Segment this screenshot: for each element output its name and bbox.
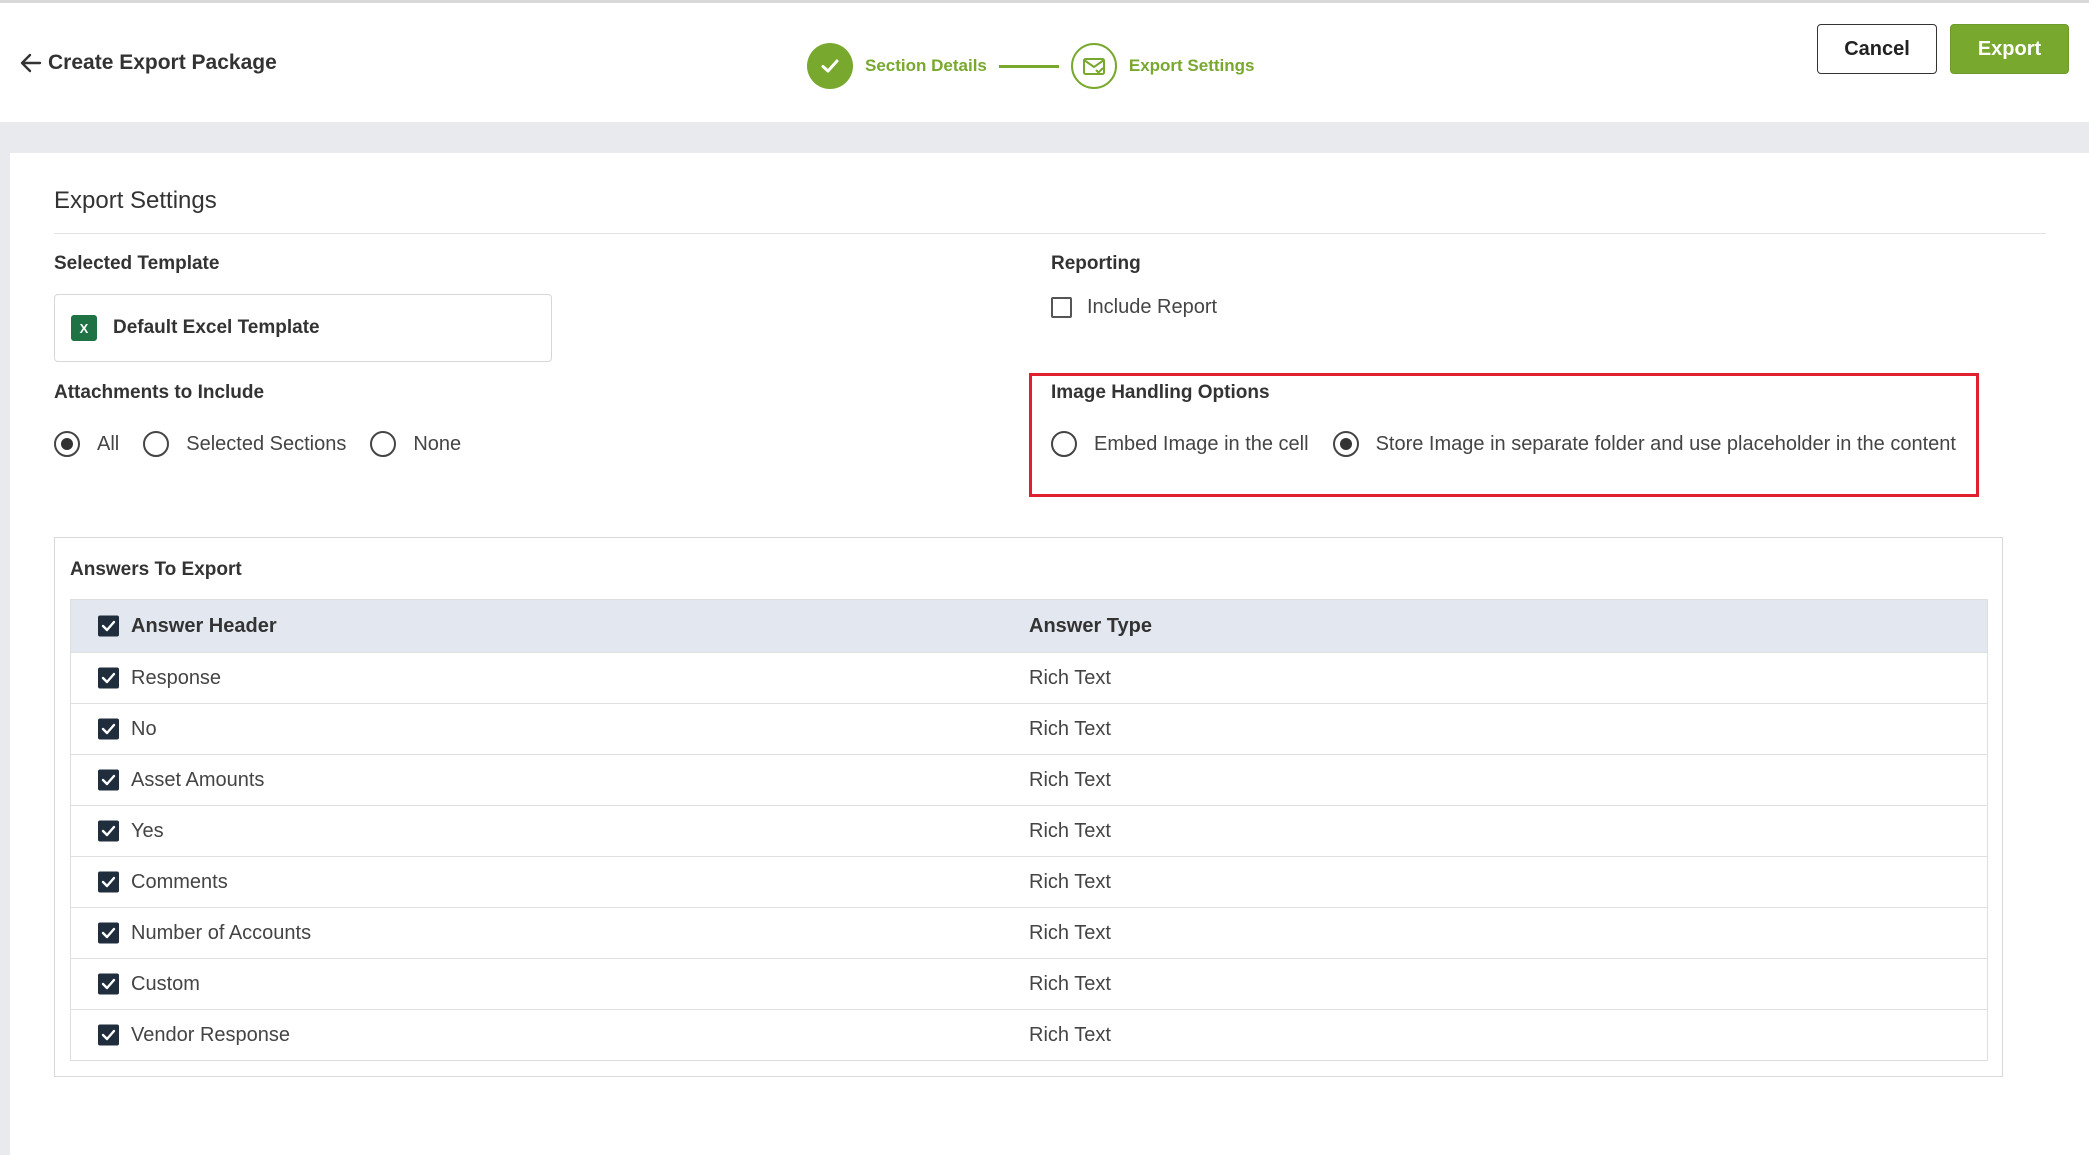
include-report-checkbox[interactable] — [1051, 297, 1072, 318]
radio-store-image-label: Store Image in separate folder and use p… — [1375, 432, 1956, 455]
export-settings-card: Export Settings Selected Template X Defa… — [10, 153, 2089, 1155]
answer-type-cell: Rich Text — [1029, 921, 1111, 944]
radio-store-image[interactable] — [1332, 431, 1359, 457]
radio-none-label: None — [413, 432, 462, 455]
answer-type-cell: Rich Text — [1029, 870, 1111, 893]
answer-header-cell: Vendor Response — [131, 1023, 291, 1046]
attachments-radio-group: All Selected Sections None — [54, 431, 485, 457]
excel-icon: X — [71, 315, 97, 341]
table-row: Asset Amounts Rich Text — [71, 754, 1987, 805]
column-answer-type: Answer Type — [1029, 614, 1152, 637]
back-button[interactable]: Create Export Package — [20, 51, 277, 75]
export-button[interactable]: Export — [1950, 24, 2069, 74]
table-row: Custom Rich Text — [71, 958, 1987, 1009]
radio-all[interactable] — [54, 431, 80, 457]
answers-table: Answer Header Answer Type Response Rich … — [70, 599, 1988, 1061]
image-handling-label: Image Handling Options — [1051, 382, 1270, 403]
table-row: No Rich Text — [71, 703, 1987, 754]
table-row: Vendor Response Rich Text — [71, 1009, 1987, 1060]
step-export-settings-label[interactable]: Export Settings — [1129, 56, 1255, 76]
include-report-option[interactable]: Include Report — [1051, 296, 1217, 319]
attachments-label: Attachments to Include — [54, 382, 265, 403]
section-title: Export Settings — [54, 187, 217, 214]
radio-embed-image-label: Embed Image in the cell — [1094, 432, 1309, 455]
table-row: Response Rich Text — [71, 652, 1987, 703]
checkmark-icon — [101, 620, 116, 632]
checkmark-icon — [101, 825, 116, 837]
row-checkbox[interactable] — [98, 973, 119, 995]
reporting-label: Reporting — [1051, 253, 1141, 274]
answers-to-export-panel: Answers To Export Answer Header Answer T… — [54, 537, 2003, 1077]
checkmark-icon — [101, 927, 116, 939]
checkmark-icon — [101, 672, 116, 684]
checkmark-icon — [101, 876, 116, 888]
answer-header-cell: No — [131, 717, 157, 740]
step-section-details-label[interactable]: Section Details — [865, 56, 987, 76]
radio-selected-sections[interactable] — [143, 431, 170, 457]
answer-type-cell: Rich Text — [1029, 666, 1111, 689]
table-row: Number of Accounts Rich Text — [71, 907, 1987, 958]
row-checkbox[interactable] — [98, 667, 119, 689]
envelope-icon — [1082, 58, 1105, 75]
row-checkbox[interactable] — [98, 769, 119, 791]
step-export-settings-circle[interactable] — [1070, 43, 1117, 89]
answer-header-cell: Comments — [131, 870, 228, 893]
table-row: Comments Rich Text — [71, 856, 1987, 907]
select-all-checkbox[interactable] — [98, 615, 119, 637]
answer-header-cell: Custom — [131, 972, 200, 995]
radio-all-label: All — [97, 432, 120, 455]
template-name: Default Excel Template — [113, 317, 320, 338]
answers-title: Answers To Export — [70, 559, 242, 580]
table-header: Answer Header Answer Type — [71, 600, 1987, 652]
answer-header-cell: Response — [131, 666, 222, 689]
row-checkbox[interactable] — [98, 1024, 119, 1046]
include-report-label: Include Report — [1087, 296, 1218, 318]
table-row: Yes Rich Text — [71, 805, 1987, 856]
checkmark-icon — [101, 723, 116, 735]
cancel-button[interactable]: Cancel — [1817, 24, 1937, 74]
stepper: Section Details Export Settings — [807, 43, 1255, 89]
radio-none[interactable] — [370, 431, 397, 457]
row-checkbox[interactable] — [98, 871, 119, 893]
page-title: Create Export Package — [48, 51, 277, 74]
answer-type-cell: Rich Text — [1029, 819, 1111, 842]
checkmark-icon — [101, 1029, 116, 1041]
answer-type-cell: Rich Text — [1029, 768, 1111, 791]
radio-embed-image[interactable] — [1051, 431, 1077, 457]
radio-selected-sections-label: Selected Sections — [186, 432, 347, 455]
arrow-left-icon — [20, 53, 42, 73]
selected-template-label: Selected Template — [54, 253, 220, 274]
answer-type-cell: Rich Text — [1029, 717, 1111, 740]
answer-header-cell: Yes — [131, 819, 164, 842]
answer-type-cell: Rich Text — [1029, 972, 1111, 995]
column-answer-header: Answer Header — [131, 614, 277, 637]
answer-header-cell: Asset Amounts — [131, 768, 265, 791]
template-selector[interactable]: X Default Excel Template — [54, 294, 552, 362]
step-connector — [998, 64, 1059, 68]
answer-header-cell: Number of Accounts — [131, 921, 312, 944]
top-bar: Create Export Package Section Details Ex… — [0, 0, 2089, 122]
check-icon — [821, 59, 839, 73]
checkmark-icon — [101, 978, 116, 990]
row-checkbox[interactable] — [98, 820, 119, 842]
step-section-details-circle[interactable] — [807, 43, 853, 89]
divider — [54, 233, 2046, 234]
answer-type-cell: Rich Text — [1029, 1023, 1111, 1046]
row-checkbox[interactable] — [98, 922, 119, 944]
checkmark-icon — [101, 774, 116, 786]
row-checkbox[interactable] — [98, 718, 119, 740]
image-handling-radio-group: Embed Image in the cell Store Image in s… — [1051, 431, 1980, 457]
